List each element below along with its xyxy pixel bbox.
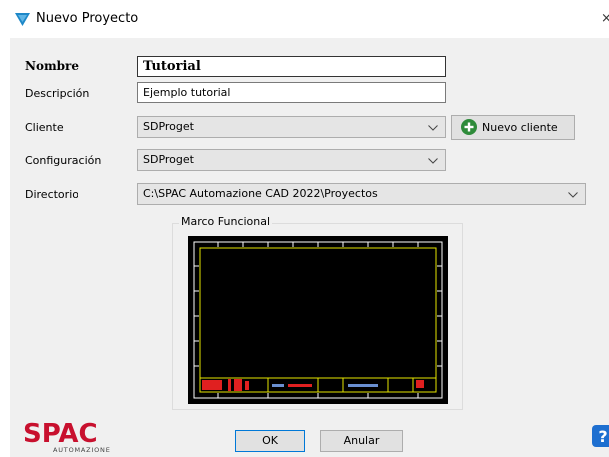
help-icon[interactable]: ? <box>592 425 609 447</box>
ok-button[interactable]: OK <box>235 430 305 452</box>
configuracion-select[interactable]: SDProget <box>137 149 446 171</box>
title-bar: Nuevo Proyecto × <box>0 0 609 38</box>
nombre-label: Nombre <box>25 59 79 73</box>
directorio-label: Directorio <box>25 188 78 201</box>
configuracion-selected-value: SDProget <box>143 153 194 166</box>
nuevo-cliente-label: Nuevo cliente <box>482 121 558 134</box>
descripcion-label: Descripción <box>25 87 90 100</box>
app-triangle-icon <box>15 13 30 26</box>
plus-circle-icon <box>461 119 477 135</box>
svg-text:?: ? <box>598 427 607 446</box>
anular-button[interactable]: Anular <box>320 430 403 452</box>
marco-funcional-title: Marco Funcional <box>179 215 273 228</box>
chevron-down-icon <box>428 158 438 164</box>
logo-sub-text: AUTOMAZIONE <box>53 446 111 454</box>
configuracion-label: Configuración <box>25 154 102 167</box>
cliente-label: Cliente <box>25 121 64 134</box>
chevron-down-icon <box>428 125 438 131</box>
window-title: Nuevo Proyecto <box>36 11 139 26</box>
cliente-select[interactable]: SDProget <box>137 116 446 138</box>
nuevo-cliente-button[interactable]: Nuevo cliente <box>451 115 575 140</box>
chevron-down-icon <box>568 192 578 198</box>
cliente-selected-value: SDProget <box>143 120 194 133</box>
logo-brand-text: SPAC <box>23 419 98 449</box>
frame-drawing <box>188 236 448 404</box>
descripcion-input[interactable]: Ejemplo tutorial <box>137 82 446 103</box>
frame-preview <box>188 236 448 404</box>
close-button[interactable]: × <box>601 11 609 26</box>
directorio-select[interactable]: C:\SPAC Automazione CAD 2022\Proyectos <box>137 183 586 205</box>
spac-logo: SPAC AUTOMAZIONE <box>23 419 111 454</box>
directorio-selected-value: C:\SPAC Automazione CAD 2022\Proyectos <box>143 187 378 200</box>
nombre-input[interactable]: Tutorial <box>137 56 446 77</box>
